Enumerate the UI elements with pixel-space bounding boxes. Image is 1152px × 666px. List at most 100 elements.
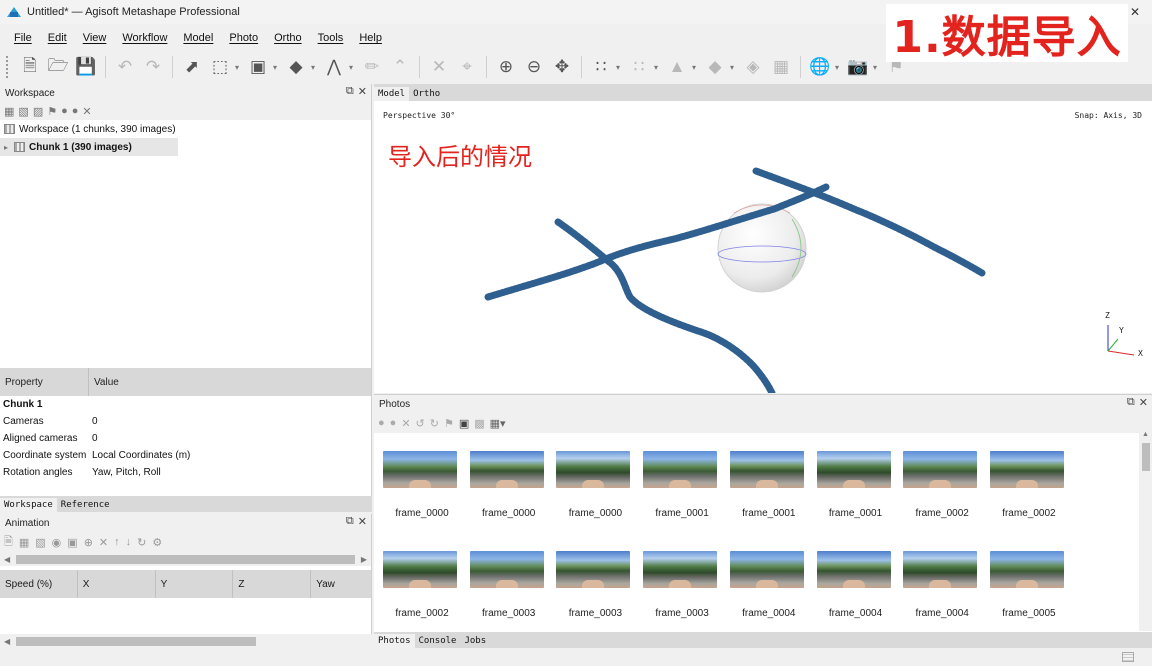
filter-icon[interactable]: ⚑ — [444, 417, 454, 430]
photo-thumbnail[interactable]: frame_0003 — [461, 521, 547, 619]
photo-thumbnail[interactable]: frame_0002 — [894, 433, 980, 519]
photo-image[interactable] — [729, 451, 804, 488]
tiled-model-icon[interactable]: ▲ — [664, 54, 690, 80]
photo-image[interactable] — [989, 551, 1064, 588]
tab-console[interactable]: Console — [415, 634, 461, 648]
menu-edit[interactable]: Edit — [40, 32, 75, 44]
dem-icon[interactable]: ▦ — [768, 54, 794, 80]
new-track-icon[interactable]: 🗎 — [4, 533, 13, 552]
photo-image[interactable] — [556, 451, 631, 488]
menu-workflow[interactable]: Workflow — [114, 32, 175, 44]
menu-help[interactable]: Help — [351, 32, 390, 44]
animation-horizontal-scrollbar[interactable]: ◀ — [0, 634, 372, 648]
chevron-down-icon[interactable]: ▾ — [730, 63, 738, 72]
photo-image[interactable] — [903, 551, 978, 588]
float-pane-icon[interactable]: ⧉ — [346, 515, 354, 528]
photos-vertical-scrollbar[interactable]: ▲ — [1139, 431, 1152, 631]
photo-thumbnail[interactable]: frame_0002 — [981, 433, 1067, 519]
rotate-object-icon[interactable]: ◆ — [283, 54, 309, 80]
chevron-down-icon[interactable]: ▾ — [349, 63, 357, 72]
property-row[interactable]: Rotation angles Yaw, Pitch, Roll — [0, 464, 371, 481]
rotate-left-icon[interactable]: ↺ — [416, 417, 425, 430]
photo-image[interactable] — [903, 451, 978, 488]
save-icon[interactable]: 💾 — [73, 54, 99, 80]
capture-icon[interactable]: ▣ — [67, 536, 77, 549]
reset-view-icon[interactable]: ✥ — [549, 54, 575, 80]
photo-thumbnail[interactable]: frame_0004 — [808, 521, 894, 619]
point-cloud-icon[interactable]: ∷ — [588, 54, 614, 80]
photo-thumbnail[interactable]: frame_0001 — [721, 433, 807, 519]
tab-workspace[interactable]: Workspace — [0, 498, 57, 512]
enable-cameras-icon[interactable]: ● — [378, 417, 385, 429]
record-icon[interactable]: ◉ — [52, 536, 62, 549]
chevron-down-icon[interactable]: ▾ — [654, 63, 662, 72]
timeline-track[interactable] — [16, 554, 355, 564]
new-document-icon[interactable]: 🗎 — [17, 54, 43, 80]
photo-image[interactable] — [729, 551, 804, 588]
property-row[interactable]: Cameras 0 — [0, 413, 371, 430]
photo-image[interactable] — [643, 451, 718, 488]
close-pane-icon[interactable]: ✕ — [358, 515, 367, 528]
tab-model[interactable]: Model — [374, 87, 410, 101]
delete-selection-icon[interactable]: ✕ — [426, 54, 452, 80]
menu-model[interactable]: Model — [175, 32, 221, 44]
chevron-down-icon[interactable]: ▾ — [235, 63, 243, 72]
chevron-down-icon[interactable]: ▾ — [692, 63, 700, 72]
draw-polyline-icon[interactable]: ✏ — [359, 54, 385, 80]
photo-image[interactable] — [383, 551, 457, 588]
loop-icon[interactable]: ↻ — [137, 536, 146, 549]
rotate-right-icon[interactable]: ↻ — [430, 417, 439, 430]
remove-cameras-icon[interactable]: ✕ — [401, 417, 410, 430]
chevron-down-icon[interactable]: ▾ — [273, 63, 281, 72]
image-mode-icon[interactable]: ▣ — [459, 417, 469, 430]
settings-icon[interactable]: ⚙ — [152, 536, 162, 549]
add-folder-icon[interactable]: ▨ — [33, 105, 43, 118]
dense-cloud-icon[interactable]: ∷ — [626, 54, 652, 80]
photo-thumbnail[interactable]: frame_0004 — [721, 521, 807, 619]
save-track-icon[interactable]: ▧ — [35, 536, 45, 549]
workspace-root-item[interactable]: Workspace (1 chunks, 390 images) — [0, 120, 371, 138]
zoom-in-icon[interactable]: ⊕ — [493, 54, 519, 80]
menu-tools[interactable]: Tools — [310, 32, 352, 44]
chevron-down-icon[interactable]: ▾ — [835, 63, 843, 72]
menu-ortho[interactable]: Ortho — [266, 32, 310, 44]
close-pane-icon[interactable]: ✕ — [358, 85, 367, 98]
model-viewport[interactable]: Perspective 30° Snap: Axis, 3D 导入后的情况 Z … — [374, 101, 1152, 393]
menu-photo[interactable]: Photo — [221, 32, 266, 44]
add-chunk-icon[interactable]: ▦ — [4, 105, 14, 118]
photo-image[interactable] — [816, 551, 891, 588]
tab-jobs[interactable]: Jobs — [460, 634, 490, 648]
photo-thumbnail[interactable]: frame_0002 — [374, 521, 460, 619]
yaw-column-header[interactable]: Yaw — [311, 570, 371, 598]
x-column-header[interactable]: X — [78, 570, 156, 598]
redo-icon[interactable]: ↷ — [140, 54, 166, 80]
speed-column-header[interactable]: Speed (%) — [0, 570, 78, 598]
property-row[interactable]: Coordinate system Local Coordinates (m) — [0, 447, 371, 464]
ruler-icon[interactable]: ⋀ — [321, 54, 347, 80]
open-track-icon[interactable]: ▦ — [19, 536, 29, 549]
scroll-up-icon[interactable]: ▲ — [1139, 431, 1152, 441]
texture-icon[interactable]: ◈ — [740, 54, 766, 80]
chevron-down-icon[interactable]: ▾ — [311, 63, 319, 72]
float-pane-icon[interactable]: ⧉ — [1127, 396, 1135, 409]
move-up-icon[interactable]: ↑ — [114, 536, 120, 548]
angle-icon[interactable]: ⌃ — [387, 54, 413, 80]
scroll-left-icon[interactable]: ◀ — [4, 555, 10, 564]
tab-reference[interactable]: Reference — [57, 498, 114, 512]
zoom-out-icon[interactable]: ⊖ — [521, 54, 547, 80]
value-column-header[interactable]: Value — [89, 377, 119, 388]
navigation-cursor-icon[interactable]: ⬈ — [179, 54, 205, 80]
expand-chevron-icon[interactable]: ▸ — [4, 143, 8, 152]
toolbar-grip[interactable] — [6, 56, 9, 78]
tab-ortho[interactable]: Ortho — [409, 87, 444, 101]
view-mode-icon[interactable]: ▦▾ — [490, 417, 506, 430]
chevron-down-icon[interactable]: ▾ — [616, 63, 624, 72]
photo-thumbnail[interactable]: frame_0003 — [634, 521, 720, 619]
photo-thumbnail[interactable]: frame_0001 — [808, 433, 894, 519]
scroll-right-icon[interactable]: ▶ — [361, 555, 367, 564]
tab-photos[interactable]: Photos — [374, 634, 415, 648]
camera-icon[interactable]: 📷 — [845, 54, 871, 80]
photo-thumbnail[interactable]: frame_0004 — [894, 521, 980, 619]
scrollbar-thumb[interactable] — [16, 636, 257, 646]
close-pane-icon[interactable]: ✕ — [1139, 396, 1148, 409]
